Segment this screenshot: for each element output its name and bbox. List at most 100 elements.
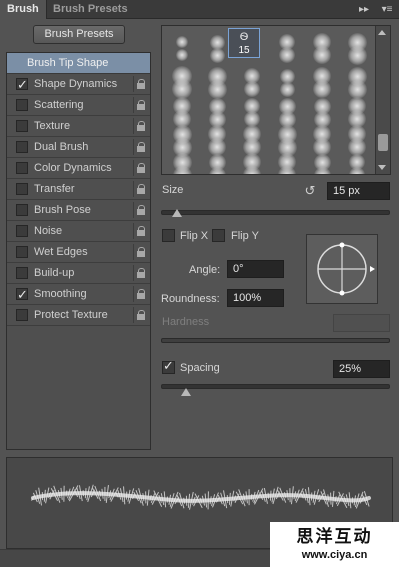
option-checkbox[interactable] [16, 309, 28, 321]
size-slider-track[interactable] [161, 210, 390, 215]
brush-tip[interactable] [176, 36, 188, 48]
brush-tip[interactable] [279, 47, 295, 63]
tab-brush[interactable]: Brush [0, 0, 47, 19]
panel-menu-icon[interactable]: ▾≡ [378, 3, 396, 16]
bristle [228, 492, 231, 505]
option-dual-brush[interactable]: Dual Brush [7, 137, 150, 158]
option-checkbox[interactable] [16, 267, 28, 279]
option-wet-edges[interactable]: Wet Edges [7, 242, 150, 263]
scroll-thumb[interactable] [378, 134, 388, 151]
lock-icon[interactable] [133, 307, 147, 323]
option-checkbox[interactable] [16, 162, 28, 174]
brush-tip[interactable] [172, 79, 192, 99]
scroll-down-icon[interactable] [378, 165, 386, 170]
option-label: Scattering [34, 99, 84, 111]
option-label: Protect Texture [34, 309, 108, 321]
roundness-field[interactable]: 100% [227, 289, 284, 307]
brush-tip[interactable] [279, 81, 295, 97]
scroll-up-icon[interactable] [378, 30, 386, 35]
bristle [187, 493, 191, 508]
brush-tip-shape-item[interactable]: Brush Tip Shape [7, 53, 150, 74]
option-label: Transfer [34, 183, 75, 195]
grid-scrollbar[interactable] [375, 26, 390, 174]
brush-tip[interactable] [347, 45, 367, 65]
brush-tip[interactable] [209, 47, 225, 63]
bristle [163, 491, 167, 508]
bristle [250, 493, 253, 500]
lock-icon[interactable] [133, 265, 147, 281]
lock-icon[interactable] [133, 181, 147, 197]
option-checkbox[interactable] [16, 75, 28, 95]
option-brush-pose[interactable]: Brush Pose [7, 200, 150, 221]
flip-x-checkbox[interactable] [162, 229, 175, 242]
bristle [98, 490, 102, 497]
watermark-main-text: 思洋互动 [296, 527, 373, 547]
lock-icon[interactable] [133, 139, 147, 155]
brush-tip[interactable] [176, 49, 188, 61]
spacing-slider-thumb[interactable] [181, 388, 192, 396]
angle-field[interactable]: 0° [227, 260, 284, 278]
size-slider-thumb[interactable] [172, 209, 183, 217]
spacing-checkbox[interactable] [162, 358, 175, 374]
watermark-url-text: www.ciya.cn [301, 549, 368, 561]
option-color-dynamics[interactable]: Color Dynamics [7, 158, 150, 179]
bristle [269, 490, 272, 501]
panel-tab-bar: Brush Brush Presets ▸▸ ▾≡ [0, 0, 399, 19]
lock-icon[interactable] [133, 286, 147, 302]
option-noise[interactable]: Noise [7, 221, 150, 242]
options-container: Shape Dynamics Scattering Texture Dual Brus… [7, 74, 150, 326]
brush-settings-list: Brush Tip Shape Shape Dynamics Scattering… [6, 52, 151, 450]
hardness-slider-track [161, 338, 390, 343]
option-label: Color Dynamics [34, 162, 112, 174]
flip-y-checkbox[interactable] [212, 229, 225, 242]
lock-icon[interactable] [133, 223, 147, 239]
angle-dial-icon[interactable] [307, 235, 379, 305]
brush-presets-button[interactable]: Brush Presets [33, 25, 125, 44]
option-build-up[interactable]: Build-up [7, 263, 150, 284]
brush-tip[interactable] [207, 79, 227, 99]
brush-tip-grid[interactable]: Ѳ 15 [161, 25, 391, 175]
option-checkbox[interactable] [16, 225, 28, 237]
option-shape-dynamics[interactable]: Shape Dynamics [7, 74, 150, 95]
option-checkbox[interactable] [16, 141, 28, 153]
bristle [101, 488, 104, 499]
brush-tip[interactable] [313, 80, 331, 98]
option-checkbox[interactable] [16, 285, 28, 305]
option-checkbox[interactable] [16, 183, 28, 195]
lock-icon[interactable] [133, 76, 147, 92]
option-checkbox[interactable] [16, 99, 28, 111]
site-watermark: 思洋互动 www.ciya.cn [270, 522, 399, 567]
option-transfer[interactable]: Transfer [7, 179, 150, 200]
size-field[interactable]: 15 px [327, 182, 390, 200]
tab-brush-presets[interactable]: Brush Presets [46, 0, 135, 19]
double-chevron-right-icon[interactable]: ▸▸ [357, 3, 371, 16]
spacing-slider-track[interactable] [161, 384, 390, 389]
spacing-field[interactable]: 25% [333, 360, 390, 378]
option-scattering[interactable]: Scattering [7, 95, 150, 116]
brush-tip[interactable] [244, 81, 260, 97]
option-label: Dual Brush [34, 141, 89, 153]
brush-tip[interactable] [349, 167, 365, 174]
option-checkbox[interactable] [16, 204, 28, 216]
bristle [209, 496, 212, 505]
lock-icon[interactable] [133, 244, 147, 260]
option-smoothing[interactable]: Smoothing [7, 284, 150, 305]
bristle [142, 493, 145, 502]
option-texture[interactable]: Texture [7, 116, 150, 137]
reset-size-icon[interactable]: ↺ [303, 184, 317, 198]
brush-tip-glyph-icon: Ѳ [239, 31, 249, 43]
flip-x-label: Flip X [180, 230, 209, 242]
lock-icon[interactable] [133, 97, 147, 113]
size-label: Size [162, 184, 184, 196]
brush-tip[interactable] [347, 79, 367, 99]
lock-icon[interactable] [133, 160, 147, 176]
option-checkbox[interactable] [16, 120, 28, 132]
lock-icon[interactable] [133, 202, 147, 218]
option-checkbox[interactable] [16, 246, 28, 258]
option-protect-texture[interactable]: Protect Texture [7, 305, 150, 326]
lock-icon[interactable] [133, 118, 147, 134]
brush-tip[interactable] [313, 46, 331, 64]
bristle [65, 490, 68, 497]
selected-brush-tip[interactable]: Ѳ 15 [228, 28, 260, 58]
angle-roundness-widget[interactable] [306, 234, 378, 304]
